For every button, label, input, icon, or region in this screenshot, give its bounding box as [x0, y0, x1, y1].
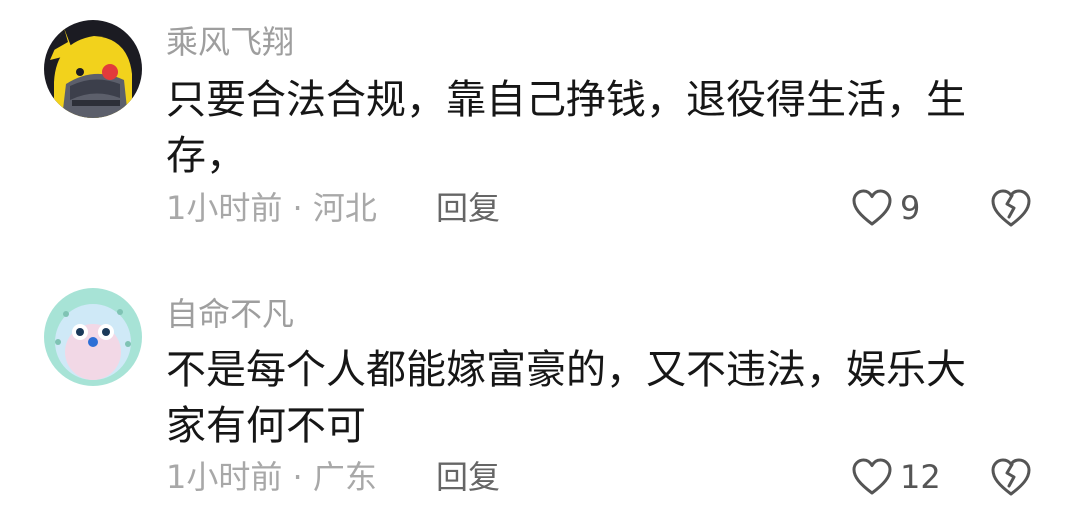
comment-meta: 1小时前 · 广东	[166, 458, 377, 496]
comment-text: 不是每个人都能嫁富豪的，又不违法，娱乐大家有何不可	[166, 347, 966, 449]
username[interactable]: 自命不凡	[166, 294, 294, 334]
cartoon-pikachu-hood-avatar-icon	[44, 20, 142, 118]
avatar[interactable]	[44, 20, 142, 118]
heart-outline-icon	[850, 455, 894, 499]
cartoon-pufferfish-avatar-icon	[44, 288, 142, 386]
broken-heart-icon[interactable]	[988, 185, 1034, 231]
like-count: 12	[900, 458, 941, 496]
avatar[interactable]	[44, 288, 142, 386]
heart-outline-icon	[850, 186, 894, 230]
like-button[interactable]: 9	[850, 186, 920, 230]
broken-heart-icon[interactable]	[988, 454, 1034, 500]
reply-button[interactable]: 回复	[436, 457, 500, 497]
reply-button[interactable]: 回复	[436, 188, 500, 228]
comment-text: 只要合法合规，靠自己挣钱，退役得生活，生存，	[166, 77, 966, 179]
username[interactable]: 乘风飞翔	[166, 22, 294, 62]
comment-item: 自命不凡 不是每个人都能嫁富豪的，又不违法，娱乐大家有何不可 1小时前 · 广东…	[0, 264, 1080, 528]
comment-item: 乘风飞翔 只要合法合规，靠自己挣钱，退役得生活，生存， 1小时前 · 河北 回复…	[0, 0, 1080, 264]
comment-meta: 1小时前 · 河北	[166, 189, 377, 227]
like-count: 9	[900, 189, 921, 227]
like-button[interactable]: 12	[850, 455, 941, 499]
